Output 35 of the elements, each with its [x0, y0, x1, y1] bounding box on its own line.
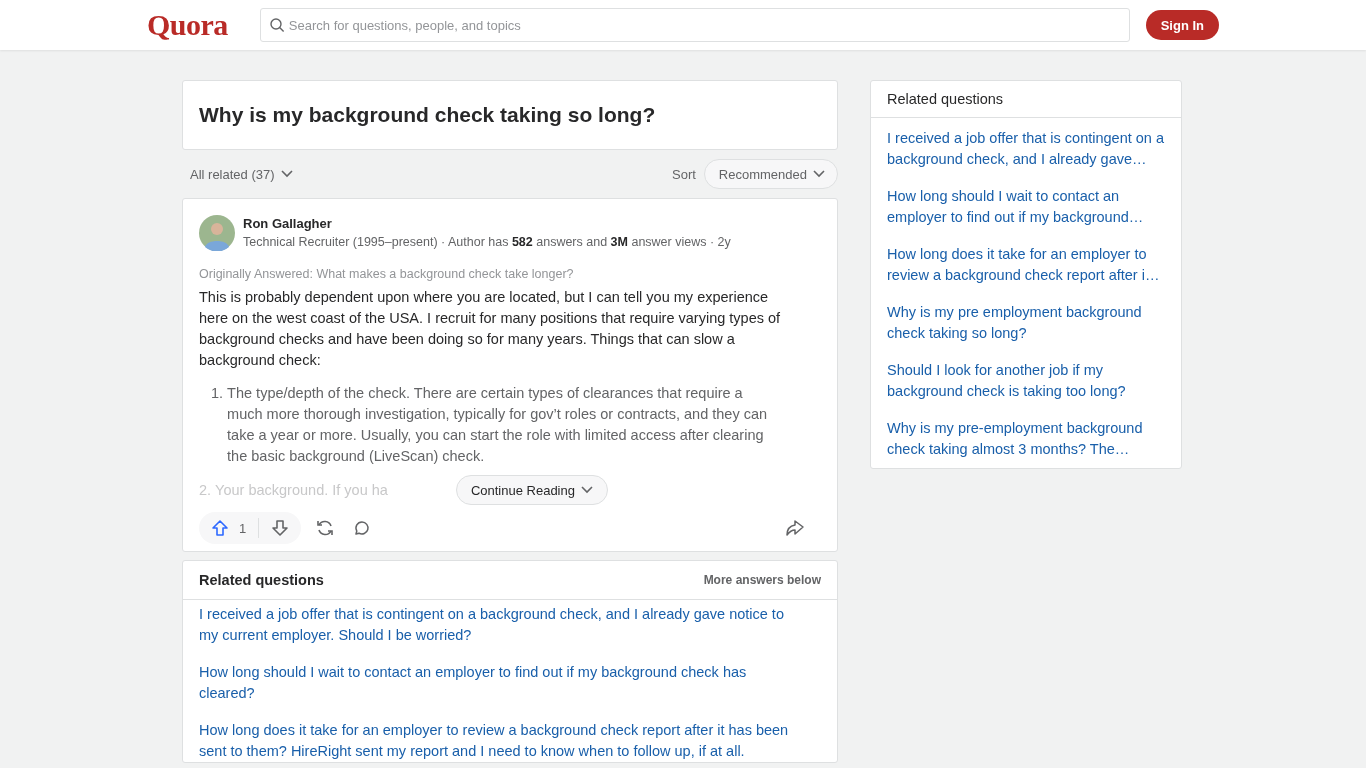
- continue-reading-button[interactable]: Continue Reading: [455, 475, 608, 505]
- sign-in-button[interactable]: Sign In: [1145, 10, 1219, 40]
- related-question-link[interactable]: How long should I wait to contact an employer to find out if my background…: [887, 186, 1165, 228]
- logo[interactable]: Quora: [147, 8, 228, 42]
- related-question-link[interactable]: How long does it take for an employer to review a background check report after it has been sent to them? HireRight sent my report and I need to know when to follow up, if at all.: [199, 720, 797, 762]
- search-field[interactable]: Search for questions, people, and topics: [259, 8, 1130, 42]
- chevron-down-icon: [813, 170, 825, 178]
- related-question-link[interactable]: Why is my pre employment background check taking so long?: [887, 302, 1165, 344]
- search-icon: [268, 17, 285, 33]
- author-name[interactable]: Ron Gallagher: [243, 215, 731, 233]
- more-answers-below: More answers below: [703, 573, 821, 587]
- originally-answered: Originally Answered: What makes a background check take longer?: [199, 266, 575, 283]
- comment-icon: [353, 519, 372, 537]
- related-question-link[interactable]: I received a job offer that is contingent on a background check, and I already gave…: [887, 128, 1165, 170]
- sort-label: Sort: [672, 166, 696, 182]
- refresh-icon: [315, 518, 336, 538]
- answer-text: This is probably dependent upon where you are located, but I can tell you my experience here on the west coast of the USA. I recruit for many positions that require varying types of background checks and have been doing so for many years. Things that can slow a background check:: [199, 288, 782, 370]
- related-question-link[interactable]: I received a job offer that is contingent on a background check, and I already gave notice to my current employer. Should I be worried?: [199, 604, 797, 646]
- related-question-link[interactable]: How long should I wait to contact an employer to find out if my background check has cleared?: [199, 662, 797, 704]
- related-question-link[interactable]: Should I look for another job if my background check is taking too long?: [887, 360, 1165, 402]
- related-question-link[interactable]: How long does it take for an employer to review a background check report after i…: [887, 244, 1165, 286]
- related-question-link[interactable]: Why is my pre-employment background check taking almost 3 months? The…: [887, 418, 1165, 460]
- list-number: 1.: [211, 384, 224, 403]
- all-related-dropdown[interactable]: All related (37): [190, 166, 293, 182]
- chevron-down-icon: [580, 486, 593, 494]
- panel-title: Related questions: [887, 91, 1004, 107]
- question-title: Why is my background check taking so long?: [182, 80, 838, 150]
- upvote-icon: [211, 519, 229, 537]
- share-icon: [785, 518, 805, 538]
- panel-title: Related questions: [199, 572, 324, 588]
- sort-dropdown[interactable]: Recommended: [703, 159, 838, 189]
- chevron-down-icon: [280, 170, 293, 178]
- downvote-icon: [271, 519, 290, 537]
- author-credentials: Technical Recruiter (1995–present) · Author has 582 answers and 3M answer views · 2y: [243, 234, 731, 251]
- list-item-text: The type/depth of the check. There are certain types of clearances that require a much more thorough investigation, typically for gov’t roles or contracts, and they can take a year or more. Usually, you can start the role with limited access after clearing the basic background (LiveScan) check.: [227, 384, 769, 466]
